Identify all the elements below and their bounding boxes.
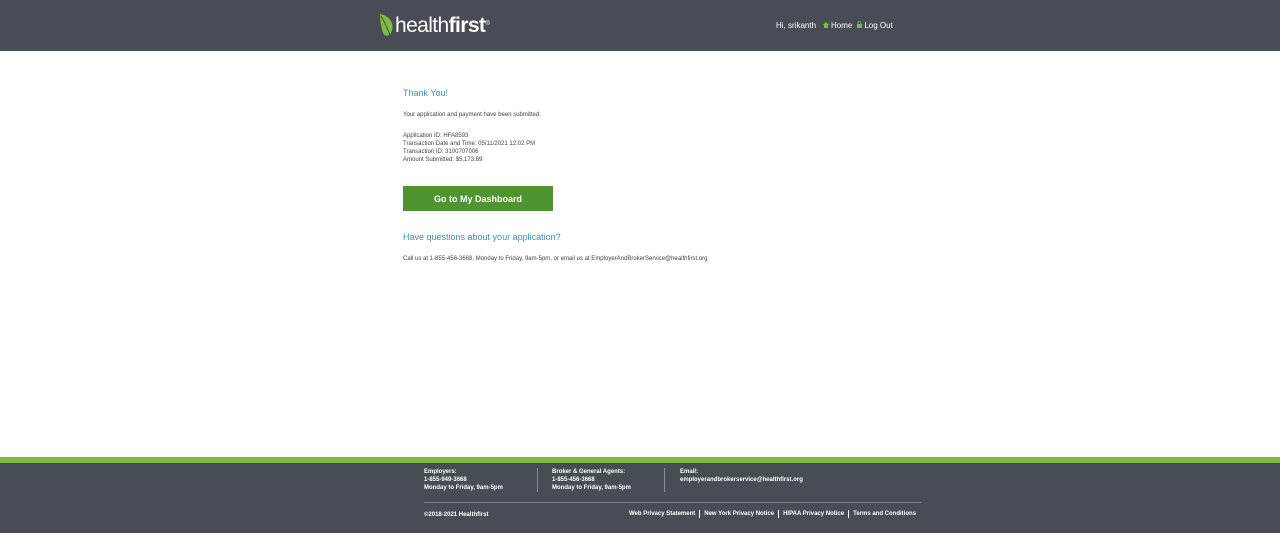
hipaa-privacy-link[interactable]: HIPAA Privacy Notice	[783, 511, 844, 517]
submitted-message: Your application and payment have been s…	[403, 112, 541, 118]
home-icon	[823, 21, 831, 30]
employers-label: Employers:	[424, 469, 457, 475]
page-title: Thank You!	[403, 88, 449, 98]
home-link[interactable]: Home	[823, 21, 852, 30]
transaction-date: Transaction Date and Time: 05/11/2021 12…	[403, 141, 536, 147]
top-header: healthfirst® Hi, srikanth Home Log Out	[0, 0, 1280, 51]
terms-link[interactable]: Terms and Conditions	[853, 511, 916, 517]
legal-links: Web Privacy Statement New York Privacy N…	[629, 510, 916, 518]
email-label: Email:	[680, 469, 699, 475]
footer-employers: Employers: 1-855-949-3668 Monday to Frid…	[424, 468, 503, 492]
link-separator	[699, 510, 701, 518]
footer: Employers: 1-855-949-3668 Monday to Frid…	[0, 463, 1280, 533]
footer-divider	[664, 468, 665, 492]
healthfirst-logo[interactable]: healthfirst®	[379, 13, 490, 39]
home-link-label: Home	[831, 20, 853, 30]
leaf-icon	[379, 13, 395, 39]
go-to-dashboard-button[interactable]: Go to My Dashboard	[403, 186, 553, 211]
lock-icon	[857, 20, 864, 30]
logout-link[interactable]: Log Out	[857, 20, 893, 30]
employers-hours: Monday to Friday, 9am-5pm	[424, 485, 503, 491]
link-separator	[778, 510, 780, 518]
footer-separator-line	[424, 502, 921, 503]
copyright: ©2018-2021 Healthfirst	[424, 512, 489, 518]
employers-phone[interactable]: 1-855-949-3668	[424, 476, 503, 484]
brokers-phone[interactable]: 1-855-456-3668	[552, 476, 631, 484]
user-greeting: Hi, srikanth	[776, 20, 817, 30]
application-id: Application ID: HFA8593	[403, 133, 469, 139]
logout-link-label: Log Out	[864, 20, 893, 30]
web-privacy-link[interactable]: Web Privacy Statement	[629, 511, 695, 517]
brokers-label: Broker & General Agents:	[552, 469, 626, 475]
amount-submitted: Amount Submitted: $5,173.89	[403, 157, 483, 163]
transaction-details: Application ID: HFA8593 Transaction Date…	[403, 132, 535, 164]
email-address-link[interactable]: employerandbrokerservice@healthfirst.org	[680, 476, 803, 484]
top-nav: Hi, srikanth Home Log Out	[776, 19, 898, 31]
footer-brokers: Broker & General Agents: 1-855-456-3668 …	[552, 468, 631, 492]
transaction-id: Transaction ID: 3100707006	[403, 149, 479, 155]
footer-divider	[537, 468, 538, 492]
logo-wordmark: healthfirst®	[395, 14, 490, 37]
footer-email: Email: employerandbrokerservice@healthfi…	[680, 468, 803, 484]
contact-info-text: Call us at 1-855-456-3668, Monday to Fri…	[403, 256, 708, 262]
brokers-hours: Monday to Friday, 9am-5pm	[552, 485, 631, 491]
questions-heading: Have questions about your application?	[403, 232, 561, 242]
ny-privacy-link[interactable]: New York Privacy Notice	[704, 511, 774, 517]
link-separator	[848, 510, 850, 518]
